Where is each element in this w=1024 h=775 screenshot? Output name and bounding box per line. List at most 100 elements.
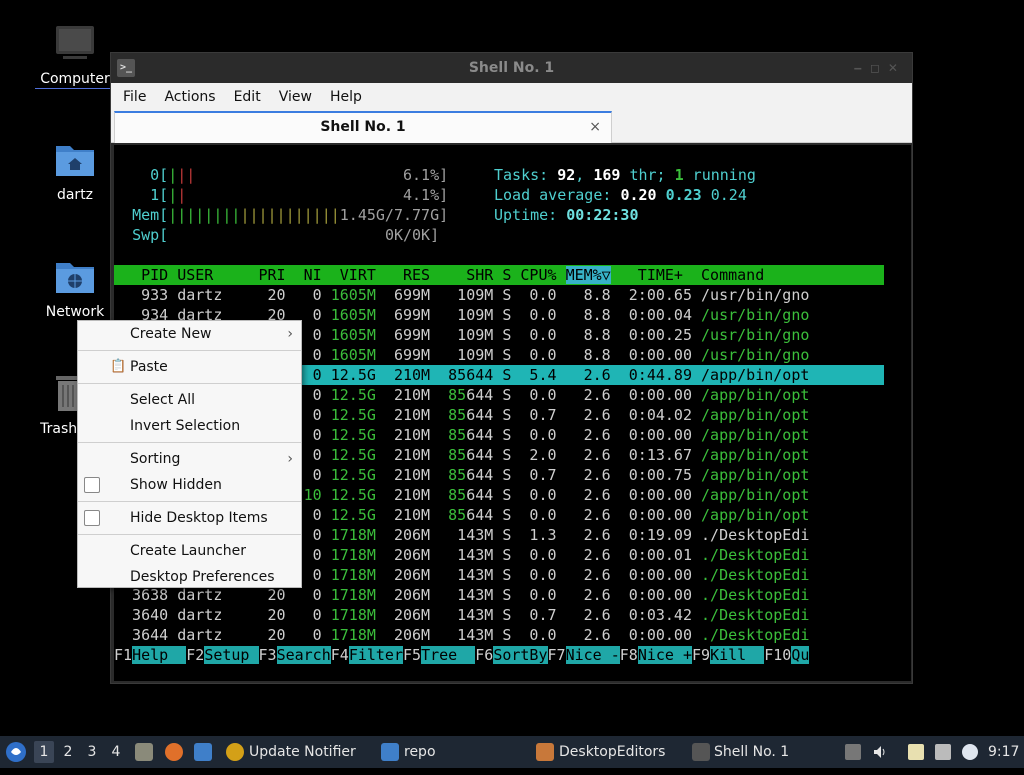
menu-item-show-hidden[interactable]: Show Hidden [78, 472, 301, 498]
clock[interactable]: 9:17 [988, 736, 1024, 768]
clipboard-manager-icon[interactable] [908, 744, 924, 760]
cell-virt: 12.5G [330, 386, 376, 404]
cell-res: 210M [384, 426, 431, 444]
menu-edit[interactable]: Edit [228, 89, 273, 105]
hide-desktop-items-checkbox[interactable] [84, 510, 100, 526]
show-desktop-icon[interactable] [194, 743, 212, 761]
fkey-f10[interactable]: F10Qu [764, 646, 810, 664]
volume-icon[interactable] [872, 744, 888, 760]
desktop-context-menu[interactable]: Create New › 📋 Paste Select All Invert Sel… [77, 320, 302, 588]
clipboard-icon: 📋 [110, 359, 127, 374]
fkey-f3[interactable]: F3Search [259, 646, 331, 664]
cell-mem: 8.8 [565, 326, 611, 344]
task-desktopeditors[interactable]: DesktopEditors [536, 736, 676, 768]
desktop-icon-label: Computer [35, 70, 115, 89]
cell-mem: 2.6 [565, 466, 611, 484]
menu-item-sorting[interactable]: Sorting › [78, 446, 301, 472]
menu-actions[interactable]: Actions [158, 89, 227, 105]
cell-res: 699M [384, 286, 431, 304]
menu-item-create-new[interactable]: Create New › [78, 321, 301, 347]
col-pri[interactable]: PRI [259, 266, 286, 284]
cell-cpu: 0.0 [520, 286, 557, 304]
workspace-2[interactable]: 2 [58, 741, 78, 763]
menu-item-hide-desktop-items[interactable]: Hide Desktop Items [78, 505, 301, 531]
col-cpu[interactable]: CPU% [520, 266, 556, 284]
menu-help[interactable]: Help [324, 89, 374, 105]
col-s[interactable]: S [502, 266, 511, 284]
menu-item-paste[interactable]: 📋 Paste [78, 354, 301, 380]
desktop-icon-computer[interactable]: Computer [35, 22, 115, 89]
menu-item-desktop-preferences[interactable]: Desktop Preferences [78, 564, 301, 590]
col-command[interactable]: Command [701, 266, 809, 284]
tab-shell-1[interactable]: Shell No. 1 × [114, 111, 612, 143]
cell-virt: 1718M [330, 606, 376, 624]
removable-media-icon[interactable] [845, 744, 861, 760]
col-virt[interactable]: VIRT [331, 266, 376, 284]
cell-cpu: 0.7 [520, 606, 557, 624]
menu-file[interactable]: File [117, 89, 158, 105]
col-ni[interactable]: NI [295, 266, 322, 284]
cell-mem: 2.6 [565, 486, 611, 504]
cell-cpu: 0.0 [520, 306, 557, 324]
task-shell-no-1[interactable]: Shell No. 1 [692, 736, 832, 768]
cell-mem: 2.6 [565, 606, 611, 624]
process-row[interactable]: 933 dartz 20 0 1605M 699M 109M S 0.0 8.8… [114, 285, 809, 305]
col-user[interactable]: USER [177, 266, 258, 284]
col-pid[interactable]: PID [114, 266, 168, 284]
cell-cpu: 1.3 [520, 526, 557, 544]
fkey-f9[interactable]: F9Kill [692, 646, 765, 664]
workspace-1[interactable]: 1 [34, 741, 54, 763]
task-update-notifier[interactable]: Update Notifier [226, 736, 366, 768]
menu-item-label: Select All [130, 392, 195, 408]
process-table-header[interactable]: PID USER PRI NI VIRT RES SHR S CPU% MEM%… [114, 265, 884, 285]
cell-shr: 109M [439, 346, 494, 364]
workspace-4[interactable]: 4 [106, 741, 126, 763]
tab-close-button[interactable]: × [589, 113, 601, 141]
process-row[interactable]: 3644 dartz 20 0 1718M 206M 143M S 0.0 2.… [114, 625, 809, 645]
fkey-f8[interactable]: F8Nice + [620, 646, 692, 664]
window-controls[interactable]: ‒◻✕ [854, 53, 906, 83]
col-time[interactable]: TIME+ [629, 266, 683, 284]
start-menu-button[interactable] [5, 736, 27, 768]
cell-time: 0:00.00 [628, 626, 692, 644]
desktop[interactable]: Computer dartz Network Trash (E >_ Shell… [0, 0, 1024, 736]
fkey-f7[interactable]: F7Nice - [548, 646, 620, 664]
cell-virt: 1718M [330, 626, 376, 644]
fkey-f2[interactable]: F2Setup [186, 646, 259, 664]
cell-command: ./DesktopEdi [701, 586, 810, 604]
file-manager-launcher-icon[interactable] [135, 743, 153, 761]
menu-item-select-all[interactable]: Select All [78, 387, 301, 413]
window-titlebar[interactable]: >_ Shell No. 1 ‒◻✕ [111, 53, 912, 83]
fkey-f4[interactable]: F4Filter [331, 646, 403, 664]
cell-shr: 143M [439, 606, 494, 624]
cell-res: 210M [384, 386, 431, 404]
cell-virt: 12.5G [330, 466, 376, 484]
col-res[interactable]: RES [385, 266, 430, 284]
cell-pri: 20 [258, 606, 286, 624]
fkey-f1[interactable]: F1Help [114, 646, 187, 664]
process-row[interactable]: 3640 dartz 20 0 1718M 206M 143M S 0.7 2.… [114, 605, 809, 625]
cell-cpu: 0.0 [520, 346, 557, 364]
cell-mem: 8.8 [565, 346, 611, 364]
col-mem[interactable]: MEM%▽ [565, 266, 611, 284]
desktop-icon-dartz[interactable]: dartz [35, 138, 115, 204]
fkey-f6[interactable]: F6SortBy [475, 646, 548, 664]
fkey-f5[interactable]: F5Tree [403, 646, 476, 664]
menu-item-invert-selection[interactable]: Invert Selection [78, 413, 301, 439]
workspace-3[interactable]: 3 [82, 741, 102, 763]
network-status-icon[interactable] [935, 744, 951, 760]
task-repo[interactable]: repo [381, 736, 521, 768]
function-key-bar[interactable]: F1Help F2Setup F3SearchF4FilterF5Tree F6… [114, 645, 810, 665]
menu-view[interactable]: View [273, 89, 324, 105]
col-shr[interactable]: SHR [439, 266, 493, 284]
cell-shr: 143M [439, 526, 494, 544]
cpu1-meter: 1[|| 4.1%] [150, 186, 449, 204]
desktop-icon-network[interactable]: Network [35, 255, 115, 321]
menu-item-create-launcher[interactable]: Create Launcher [78, 538, 301, 564]
update-available-icon[interactable] [962, 744, 978, 760]
cell-mem: 2.6 [565, 626, 611, 644]
cpu0-label: 0[ [150, 166, 169, 184]
firefox-icon[interactable] [165, 743, 183, 761]
show-hidden-checkbox[interactable] [84, 477, 100, 493]
cell-user: dartz [177, 286, 259, 304]
